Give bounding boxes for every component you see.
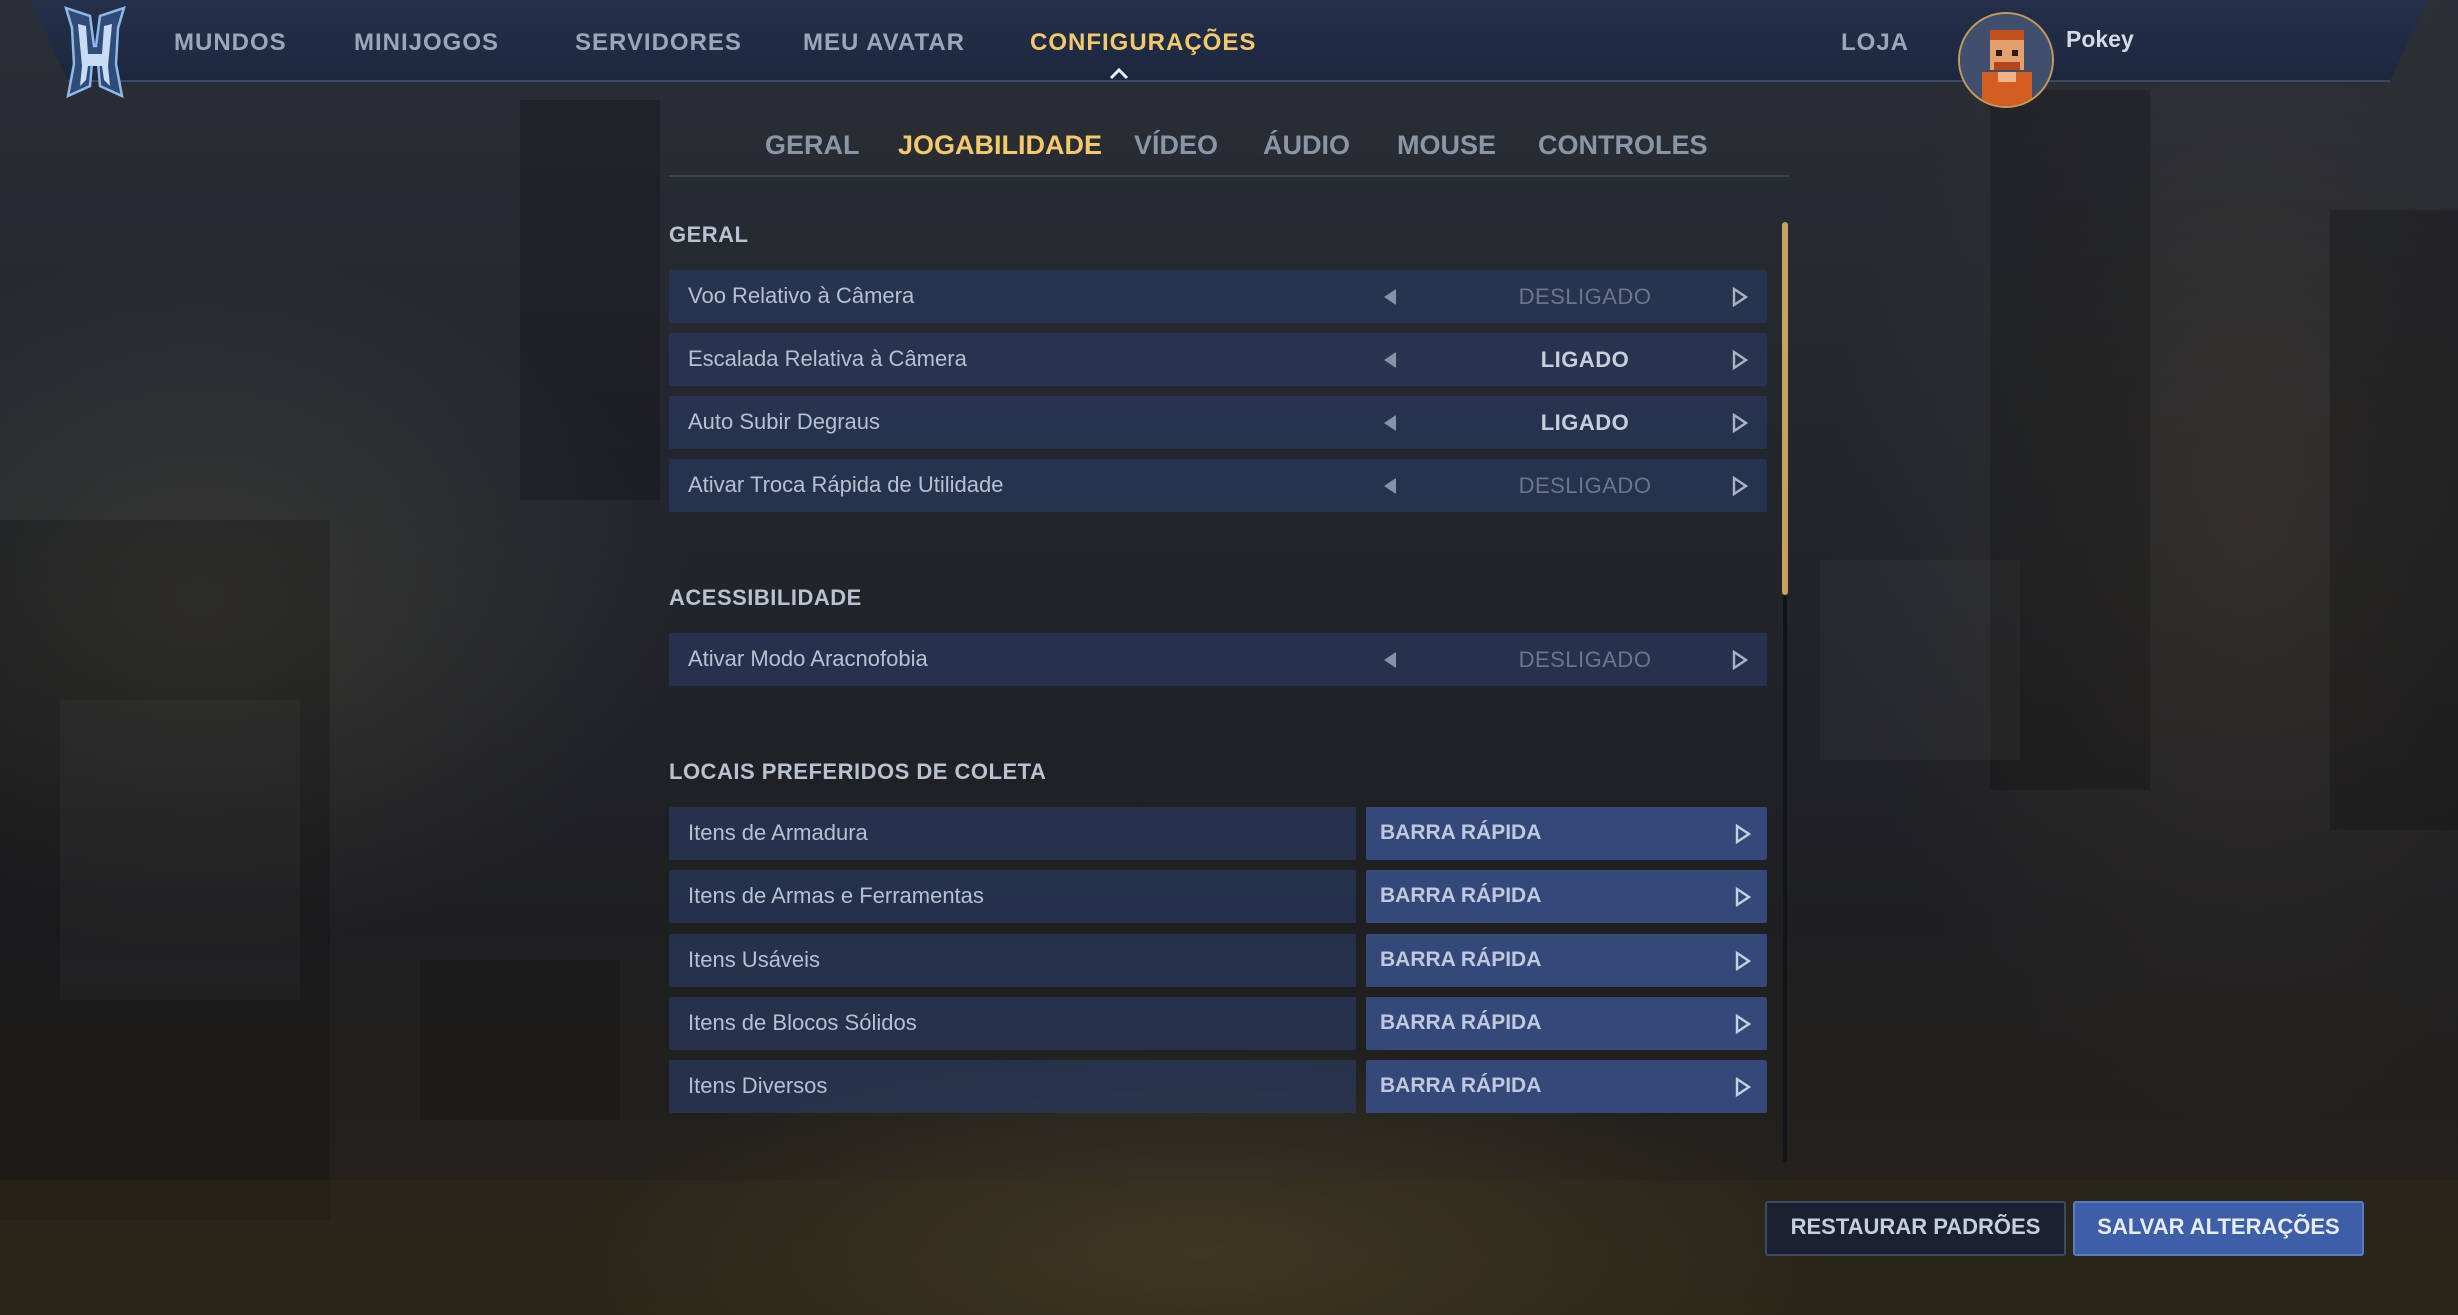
nav-servidores[interactable]: SERVIDORES xyxy=(575,26,742,60)
section-title-geral: GERAL xyxy=(669,222,749,247)
location-selector[interactable]: BARRA RÁPIDA xyxy=(1366,807,1767,860)
location-selector[interactable]: BARRA RÁPIDA xyxy=(1366,934,1767,987)
section-title-acessibilidade: ACESSIBILIDADE xyxy=(669,585,862,610)
setting-label: Ativar Modo Aracnofobia xyxy=(688,646,928,671)
selector-value: BARRA RÁPIDA xyxy=(1380,1011,1542,1034)
setting-label: Ativar Troca Rápida de Utilidade xyxy=(688,472,1004,497)
nav-configuracoes[interactable]: CONFIGURAÇÕES xyxy=(1030,26,1256,60)
arrow-right-icon[interactable] xyxy=(1733,950,1753,972)
tab-jogabilidade[interactable]: JOGABILIDADE xyxy=(898,130,1102,161)
arrow-right-icon[interactable] xyxy=(1730,349,1750,371)
nav-meu-avatar[interactable]: MEU AVATAR xyxy=(803,26,965,60)
tab-controles[interactable]: CONTROLES xyxy=(1538,130,1708,161)
nav-loja[interactable]: LOJA xyxy=(1841,26,1909,60)
setting-row: Itens Diversos xyxy=(669,1060,1356,1113)
setting-row: Ativar Modo Aracnofobia DESLIGADO xyxy=(669,633,1767,686)
setting-value: DESLIGADO xyxy=(1518,647,1652,672)
location-selector[interactable]: BARRA RÁPIDA xyxy=(1366,1060,1767,1113)
setting-label: Itens Usáveis xyxy=(688,947,821,972)
setting-row: Itens de Armadura xyxy=(669,807,1356,860)
arrow-right-icon[interactable] xyxy=(1733,886,1753,908)
setting-label: Itens de Armas e Ferramentas xyxy=(688,883,984,908)
username: Pokey xyxy=(2066,26,2134,52)
setting-label: Itens de Blocos Sólidos xyxy=(688,1010,917,1035)
selector-value: BARRA RÁPIDA xyxy=(1380,821,1542,844)
location-selector[interactable]: BARRA RÁPIDA xyxy=(1366,870,1767,923)
setting-row: Itens de Blocos Sólidos xyxy=(669,997,1356,1050)
setting-label: Escalada Relativa à Câmera xyxy=(688,346,967,371)
setting-label: Auto Subir Degraus xyxy=(688,409,880,434)
setting-value: LIGADO xyxy=(1540,347,1630,372)
arrow-left-icon[interactable] xyxy=(1380,413,1400,433)
setting-row: Itens de Armas e Ferramentas xyxy=(669,870,1356,923)
selector-value: BARRA RÁPIDA xyxy=(1380,884,1542,907)
arrow-right-icon[interactable] xyxy=(1733,823,1753,845)
setting-row: Escalada Relativa à Câmera LIGADO xyxy=(669,333,1767,386)
arrow-left-icon[interactable] xyxy=(1380,476,1400,496)
setting-label: Voo Relativo à Câmera xyxy=(688,283,915,308)
tab-mouse[interactable]: MOUSE xyxy=(1397,130,1496,161)
restore-defaults-button[interactable]: RESTAURAR PADRÕES xyxy=(1765,1201,2066,1256)
tab-video[interactable]: VÍDEO xyxy=(1134,130,1218,161)
setting-row: Auto Subir Degraus LIGADO xyxy=(669,396,1767,449)
scrollbar-thumb[interactable] xyxy=(1782,222,1788,595)
arrow-right-icon[interactable] xyxy=(1733,1013,1753,1035)
tab-geral[interactable]: GERAL xyxy=(765,130,860,161)
arrow-right-icon[interactable] xyxy=(1730,286,1750,308)
active-nav-caret-icon xyxy=(1108,66,1130,80)
avatar[interactable] xyxy=(1958,12,2054,108)
setting-value: LIGADO xyxy=(1540,410,1630,435)
arrow-right-icon[interactable] xyxy=(1730,649,1750,671)
tab-audio[interactable]: ÁUDIO xyxy=(1263,130,1350,161)
setting-value: DESLIGADO xyxy=(1518,284,1652,309)
nav-mundos[interactable]: MUNDOS xyxy=(174,26,287,60)
setting-value: DESLIGADO xyxy=(1518,473,1652,498)
selector-value: BARRA RÁPIDA xyxy=(1380,1074,1542,1097)
arrow-left-icon[interactable] xyxy=(1380,350,1400,370)
arrow-right-icon[interactable] xyxy=(1730,412,1750,434)
arrow-left-icon[interactable] xyxy=(1380,287,1400,307)
selector-value: BARRA RÁPIDA xyxy=(1380,948,1542,971)
section-title-coleta: LOCAIS PREFERIDOS DE COLETA xyxy=(669,759,1047,784)
location-selector[interactable]: BARRA RÁPIDA xyxy=(1366,997,1767,1050)
nav-minijogos[interactable]: MINIJOGOS xyxy=(354,26,499,60)
arrow-left-icon[interactable] xyxy=(1380,650,1400,670)
setting-row: Voo Relativo à Câmera DESLIGADO xyxy=(669,270,1767,323)
setting-row: Itens Usáveis xyxy=(669,934,1356,987)
save-changes-button[interactable]: SALVAR ALTERAÇÕES xyxy=(2073,1201,2364,1256)
tabs-divider xyxy=(669,175,1789,177)
setting-row: Ativar Troca Rápida de Utilidade DESLIGA… xyxy=(669,459,1767,512)
hytale-logo-icon[interactable] xyxy=(60,6,130,106)
setting-label: Itens de Armadura xyxy=(688,820,868,845)
arrow-right-icon[interactable] xyxy=(1733,1076,1753,1098)
arrow-right-icon[interactable] xyxy=(1730,475,1750,497)
setting-label: Itens Diversos xyxy=(688,1073,828,1098)
